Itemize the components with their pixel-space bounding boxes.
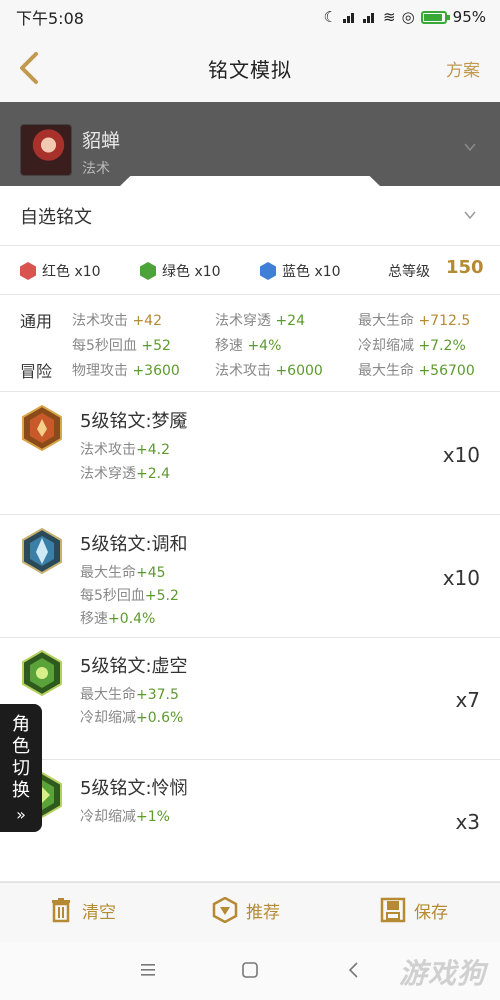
bottom-action-bar: 清空 推荐 保存 <box>0 882 500 942</box>
recommend-label: 推荐 <box>246 902 280 923</box>
double-chevron-icon: » <box>16 805 26 824</box>
stat-general: 移速 +4% <box>215 338 282 354</box>
recommend-button[interactable]: 推荐 <box>212 897 280 923</box>
stat-general: 法术穿透 +24 <box>215 313 305 329</box>
hero-switch-char: 色 <box>12 736 30 757</box>
blue-rune-count: 蓝色 x10 <box>260 261 341 281</box>
signal-icon <box>342 11 357 23</box>
rune-nightmare-icon <box>22 405 62 451</box>
stat-general: 每5秒回血 +52 <box>72 338 171 354</box>
stat-general: 法术攻击 +42 <box>72 313 162 329</box>
rune-count: x10 <box>442 566 480 590</box>
save-label: 保存 <box>414 902 448 923</box>
blue-hex-icon <box>260 262 276 280</box>
hero-switch-char: 角 <box>12 714 30 735</box>
general-category-label: 通用 <box>20 312 53 331</box>
back-icon[interactable] <box>12 48 52 88</box>
total-level-label: 总等级 <box>388 264 430 280</box>
rune-stat: 最大生命+45 <box>80 565 166 581</box>
green-hex-icon <box>140 262 156 280</box>
save-icon <box>380 897 406 923</box>
data-saver-icon: ◎ <box>401 8 415 26</box>
chevron-down-icon <box>464 211 476 220</box>
red-count-label: 红色 x10 <box>42 264 101 280</box>
rune-void-icon <box>22 650 62 696</box>
stats-panel: 通用 法术攻击 +42 法术穿透 +24 最大生命 +712.5 每5秒回血 +… <box>0 296 500 392</box>
blue-count-label: 蓝色 x10 <box>282 264 341 280</box>
signal-icon-2 <box>362 11 377 23</box>
status-icons: ☾ ≋ ◎ 95% <box>324 8 486 26</box>
dnd-icon: ☾ <box>323 8 337 26</box>
rune-stat: 冷却缩减+0.6% <box>80 710 184 726</box>
save-button[interactable]: 保存 <box>380 897 448 923</box>
rune-count: x10 <box>442 443 480 467</box>
system-back-icon[interactable] <box>344 960 364 980</box>
battery-percent: 95% <box>452 8 486 26</box>
rune-stat: 法术穿透+2.4 <box>80 466 170 482</box>
hero-selector[interactable]: 貂蝉 法术 <box>0 102 500 186</box>
stat-adventure: 物理攻击 +3600 <box>72 363 180 379</box>
rune-title: 5级铭文:梦魇 <box>80 411 188 432</box>
rune-stat: 每5秒回血+5.2 <box>80 588 179 604</box>
rune-stat: 移速+0.4% <box>80 611 156 627</box>
rune-harmony-icon <box>22 528 62 574</box>
red-hex-icon <box>20 262 36 280</box>
shield-star-icon <box>212 897 238 923</box>
wifi-icon: ≋ <box>382 8 396 26</box>
rune-card[interactable]: 5级铭文:虚空 最大生命+37.5 冷却缩减+0.6% x7 <box>0 638 500 760</box>
rune-title: 5级铭文:调和 <box>80 534 188 555</box>
rune-title: 5级铭文:虚空 <box>80 656 188 677</box>
green-rune-count: 绿色 x10 <box>140 261 221 281</box>
total-level-value: 150 <box>446 257 484 278</box>
nav-bar: 铭文模拟 方案 <box>0 34 500 102</box>
green-count-label: 绿色 x10 <box>162 264 221 280</box>
plan-button[interactable]: 方案 <box>446 56 480 81</box>
stat-general: 最大生命 +712.5 <box>358 313 471 329</box>
hero-bar-notch <box>120 176 380 186</box>
chevron-down-icon <box>464 143 476 152</box>
hero-switch-char: 切 <box>12 758 30 779</box>
stat-adventure: 最大生命 +56700 <box>358 363 475 379</box>
rune-card[interactable]: 5级铭文:调和 最大生命+45 每5秒回血+5.2 移速+0.4% x10 <box>0 516 500 638</box>
rune-stat: 法术攻击+4.2 <box>80 442 170 458</box>
hero-role: 法术 <box>82 161 110 177</box>
clear-label: 清空 <box>82 902 116 923</box>
trash-icon <box>52 898 70 923</box>
battery-icon <box>420 10 450 24</box>
red-rune-count: 红色 x10 <box>20 261 101 281</box>
watermark-logo: 游戏狗 <box>398 957 486 990</box>
clear-button[interactable]: 清空 <box>48 897 116 923</box>
hero-switch-tab[interactable]: 角 色 切 换 » <box>0 704 42 832</box>
system-nav-bar: 游戏狗 <box>0 942 500 1000</box>
hero-name: 貂蝉 <box>82 130 121 152</box>
rune-set-label: 自选铭文 <box>20 206 92 228</box>
home-icon[interactable] <box>240 960 260 980</box>
hero-avatar <box>20 124 72 176</box>
stat-adventure: 法术攻击 +6000 <box>215 363 323 379</box>
rune-stat: 冷却缩减+1% <box>80 809 170 825</box>
status-time: 下午5:08 <box>16 9 84 28</box>
adventure-category-label: 冒险 <box>20 362 53 381</box>
status-bar: 下午5:08 ☾ ≋ ◎ 95% <box>0 0 500 34</box>
rune-stat: 最大生命+37.5 <box>80 687 179 703</box>
rune-card[interactable]: 5级铭文:梦魇 法术攻击+4.2 法术穿透+2.4 x10 <box>0 393 500 515</box>
page-title: 铭文模拟 <box>208 57 292 82</box>
menu-icon[interactable] <box>138 960 158 980</box>
rune-set-selector[interactable]: 自选铭文 <box>0 186 500 246</box>
rune-count: x7 <box>455 688 480 712</box>
hero-switch-char: 换 <box>12 780 30 801</box>
rune-count: x3 <box>455 810 480 834</box>
rune-card[interactable]: 5级铭文:怜悯 冷却缩减+1% x3 <box>0 760 500 882</box>
stat-general: 冷却缩减 +7.2% <box>358 338 466 354</box>
color-summary: 红色 x10 绿色 x10 蓝色 x10 总等级 150 <box>0 247 500 295</box>
rune-title: 5级铭文:怜悯 <box>80 778 188 799</box>
